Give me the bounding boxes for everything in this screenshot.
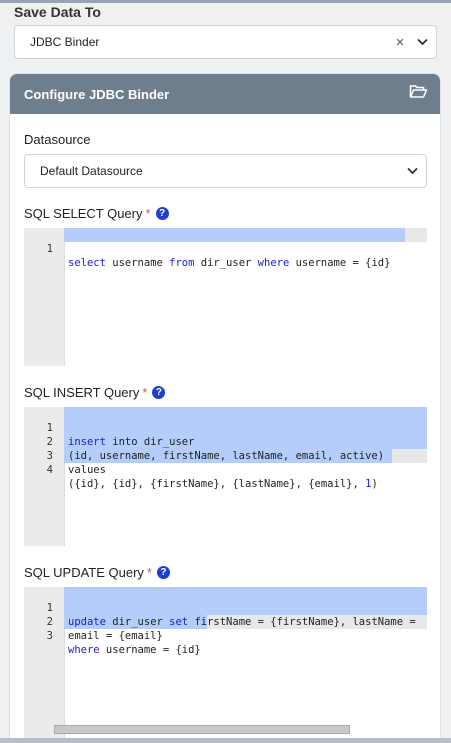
- sql-select-label: SQL SELECT Query * ?: [24, 206, 169, 221]
- code-line: 3 values: [24, 435, 106, 476]
- sql-insert-editor[interactable]: 1 insert into dir_user 2 (id, username, …: [24, 407, 427, 546]
- folder-open-icon[interactable]: [409, 84, 428, 104]
- code-text: (id, username, firstName, lastName, emai…: [68, 450, 385, 462]
- panel-header: Configure JDBC Binder: [10, 74, 440, 114]
- save-data-to-label: Save Data To: [14, 4, 101, 20]
- chevron-down-icon[interactable]: [414, 34, 430, 50]
- datasource-label: Datasource: [24, 132, 90, 147]
- required-marker: *: [142, 385, 148, 400]
- code-text: where username = {id}: [68, 644, 201, 656]
- required-marker: *: [146, 565, 152, 580]
- sql-select-editor[interactable]: 1 select username from dir_user where us…: [24, 228, 427, 366]
- code-text: ({id}, {id}, {firstName}, {lastName}, {e…: [68, 478, 378, 490]
- selection-highlight: [64, 228, 405, 242]
- configure-jdbc-binder-panel: Configure JDBC Binder Datasource Default…: [9, 73, 441, 743]
- code-text: email = {email}: [68, 630, 163, 642]
- datasource-label-text: Datasource: [24, 132, 91, 147]
- line-number: 1: [46, 243, 53, 255]
- panel-title: Configure JDBC Binder: [24, 86, 170, 102]
- sql-insert-label: SQL INSERT Query * ?: [24, 385, 166, 400]
- bottom-border: [0, 738, 451, 743]
- save-data-to-select[interactable]: JDBC Binder ×: [14, 25, 437, 59]
- sql-insert-label-text: SQL INSERT Query: [24, 385, 140, 400]
- sql-select-label-text: SQL SELECT Query: [24, 206, 143, 221]
- help-icon[interactable]: ?: [155, 207, 169, 220]
- sql-update-label-text: SQL UPDATE Query: [24, 565, 144, 580]
- code-line: 4 ({id}, {id}, {firstName}, {lastName}, …: [24, 449, 378, 490]
- code-text: insert into dir_user: [68, 436, 195, 448]
- code-line: 1 update dir_user set firstName = {first…: [24, 587, 416, 628]
- code-text: values: [68, 464, 106, 476]
- help-icon[interactable]: ?: [156, 566, 170, 579]
- datasource-select[interactable]: Default Datasource: [24, 154, 427, 188]
- datasource-value: Default Datasource: [40, 164, 143, 178]
- clear-icon[interactable]: ×: [392, 34, 408, 51]
- line-number: 4: [46, 464, 53, 476]
- selection-highlight: [64, 587, 427, 615]
- save-data-to-value: JDBC Binder: [30, 35, 100, 49]
- code-line: 2 email = {email}: [24, 601, 163, 642]
- code-text: select username from dir_user where user…: [68, 257, 391, 269]
- sql-update-editor[interactable]: 1 update dir_user set firstName = {first…: [24, 587, 427, 742]
- code-line: 2 (id, username, firstName, lastName, em…: [24, 421, 384, 462]
- top-border: [0, 0, 451, 3]
- help-icon[interactable]: ?: [152, 386, 166, 399]
- required-marker: *: [145, 206, 151, 221]
- code-line: 1 insert into dir_user: [24, 407, 195, 448]
- line-number: 3: [46, 630, 53, 642]
- sql-update-label: SQL UPDATE Query * ?: [24, 565, 170, 580]
- code-line: 1 select username from dir_user where us…: [24, 228, 391, 269]
- horizontal-scrollbar[interactable]: [54, 725, 350, 734]
- code-text: update dir_user set firstName = {firstNa…: [68, 616, 416, 628]
- code-line: 3 where username = {id}: [24, 615, 201, 656]
- chevron-down-icon[interactable]: [404, 163, 420, 179]
